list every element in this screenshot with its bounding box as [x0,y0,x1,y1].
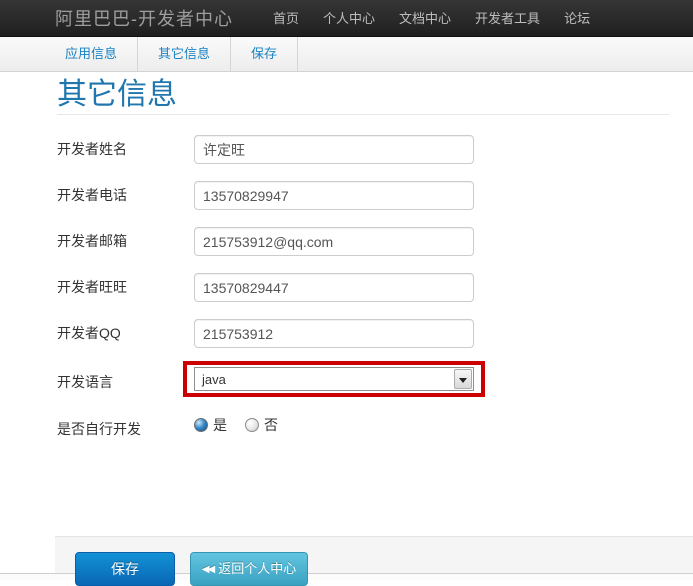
radio-yes-label[interactable]: 是 [213,415,227,435]
radio-no[interactable] [245,418,259,432]
back-button-label: 返回个人中心 [218,561,296,576]
main-menu: 首页 个人中心 文档中心 开发者工具 论坛 [261,0,602,37]
developer-email-input[interactable] [194,227,474,256]
title-divider [57,114,669,115]
developer-wangwang-input[interactable] [194,273,474,302]
tab-other-info[interactable]: 其它信息 [138,37,231,71]
developer-name-input[interactable] [194,135,474,164]
dev-language-select[interactable]: java [194,367,474,391]
tab-save[interactable]: 保存 [231,37,298,71]
developer-phone-label: 开发者电话 [57,185,127,205]
developer-name-label: 开发者姓名 [57,139,127,159]
radio-no-label[interactable]: 否 [264,415,278,435]
menu-item-doc-center[interactable]: 文档中心 [387,0,463,37]
brand-title[interactable]: 阿里巴巴-开发者中心 [55,5,233,31]
developer-phone-input[interactable] [194,181,474,210]
developer-qq-label: 开发者QQ [57,323,121,343]
dev-language-selected-value: java [202,372,226,387]
menu-item-home[interactable]: 首页 [261,0,311,37]
developer-qq-input[interactable] [194,319,474,348]
top-navbar: 阿里巴巴-开发者中心 首页 个人中心 文档中心 开发者工具 论坛 [0,0,693,37]
sub-navbar: 应用信息 其它信息 保存 [0,37,693,72]
menu-item-developer-tools[interactable]: 开发者工具 [463,0,552,37]
red-highlight-box: java [183,361,485,397]
developer-center-page: { "navbar": { "brand": "阿里巴巴-开发者中心", "it… [0,0,693,580]
back-to-personal-center-button[interactable]: ◀◀ 返回个人中心 [190,552,308,586]
dev-language-label: 开发语言 [57,372,113,392]
developer-wangwang-label: 开发者旺旺 [57,277,127,297]
page-title: 其它信息 [57,69,177,113]
tab-app-info[interactable]: 应用信息 [45,37,138,71]
developer-email-label: 开发者邮箱 [57,231,127,251]
radio-yes[interactable] [194,418,208,432]
self-developed-label: 是否自行开发 [57,419,141,439]
save-button[interactable]: 保存 [75,552,175,586]
menu-item-personal-center[interactable]: 个人中心 [311,0,387,37]
save-button-label: 保存 [111,561,139,577]
dropdown-arrow-icon[interactable] [454,369,472,389]
menu-item-forum[interactable]: 论坛 [552,0,602,37]
self-developed-radio-group: 是 否 [194,415,296,435]
rewind-icon: ◀◀ [202,554,213,586]
